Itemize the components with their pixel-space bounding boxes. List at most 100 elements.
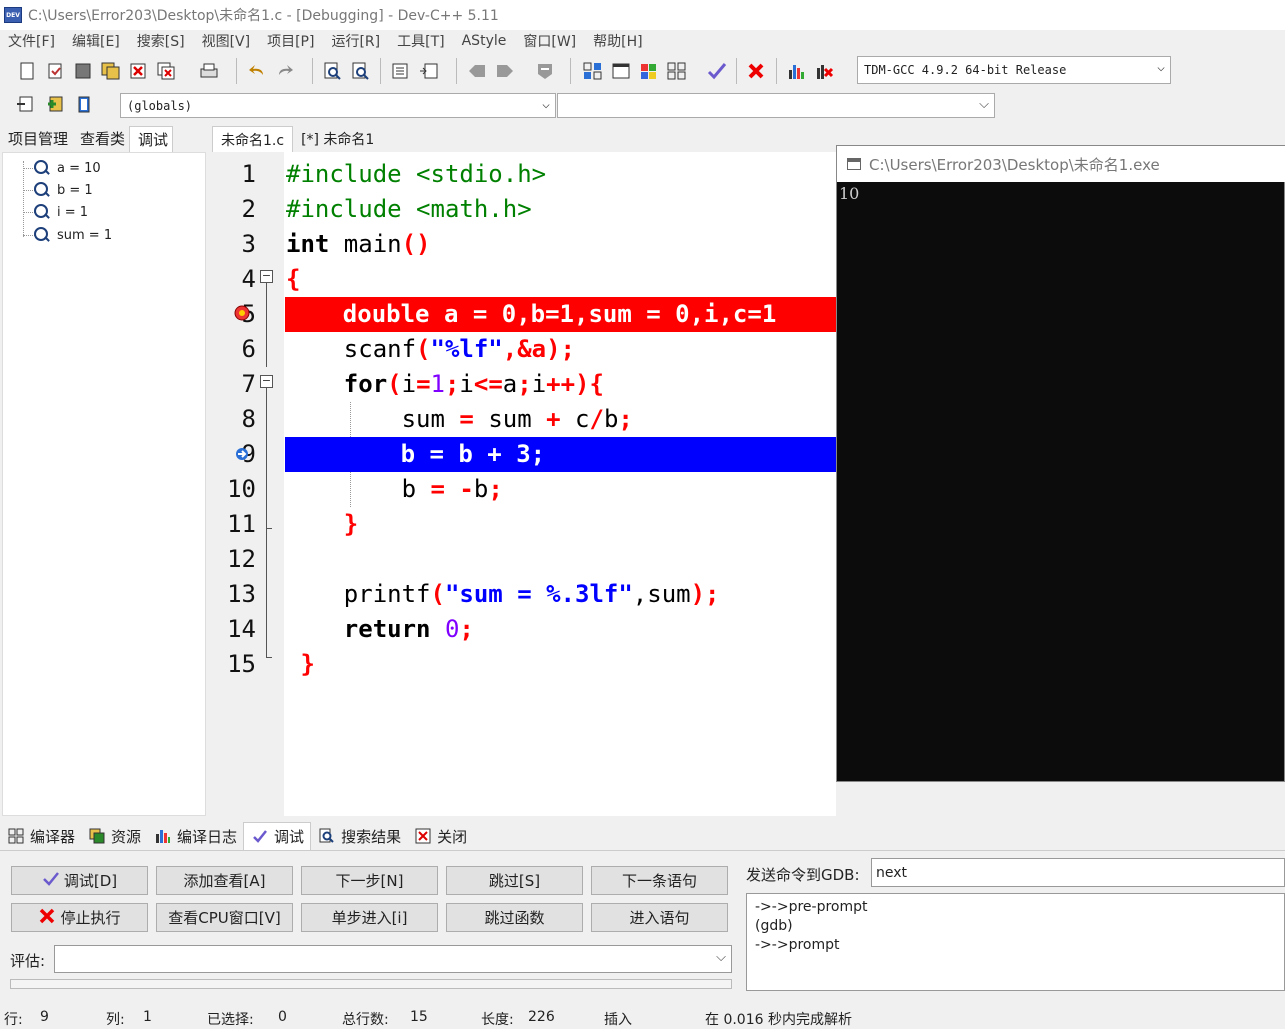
next-step-button[interactable]: 下一步[N] (301, 866, 438, 895)
code-line-2: #include <math.h> (286, 192, 532, 227)
tab-compiler[interactable]: 编译器 (0, 822, 81, 850)
compiler-value: TDM-GCC 4.9.2 64-bit Release (864, 63, 1067, 77)
skip-function-button[interactable]: 跳过函数 (446, 903, 583, 932)
tab-compile-log[interactable]: 编译日志 (147, 822, 243, 850)
indent-icon[interactable] (390, 60, 412, 82)
tab-resources[interactable]: 资源 (81, 822, 147, 850)
console-title-bar[interactable]: C:\Users\Error203\Desktop\未命名1.exe (837, 146, 1285, 182)
code-editor[interactable]: 1 2 3 4 5 6 7 8 9 10 11 12 13 14 15 − − … (216, 152, 837, 816)
watch-item[interactable]: i = 1 (33, 202, 88, 222)
unindent-icon[interactable] (418, 60, 440, 82)
save-all-icon[interactable] (100, 60, 122, 82)
skip-button[interactable]: 跳过[S] (446, 866, 583, 895)
code-line-14: return 0; (286, 612, 474, 647)
new-file-icon[interactable] (16, 60, 38, 82)
tab-search-results[interactable]: 搜索结果 (311, 822, 407, 850)
step-into-button[interactable]: 单步进入[i] (301, 903, 438, 932)
debug-button-label: 调试[D] (63, 872, 118, 890)
function-select[interactable]: ⌵ (557, 93, 995, 118)
open-file-icon[interactable] (44, 60, 66, 82)
menu-help[interactable]: 帮助[H] (585, 31, 651, 51)
into-statement-button[interactable]: 进入语句 (591, 903, 728, 932)
run-icon[interactable] (610, 60, 632, 82)
watch-icon (33, 226, 51, 244)
gdb-command-input[interactable]: next (871, 858, 1285, 887)
replace-icon[interactable] (350, 60, 372, 82)
tab-file-unsaved[interactable]: [*] 未命名1 (293, 126, 382, 152)
check-icon (252, 829, 268, 845)
compile-icon[interactable] (582, 60, 604, 82)
horizontal-scrollbar[interactable] (10, 979, 732, 989)
compile-run-icon[interactable] (638, 60, 660, 82)
line-number: 7 (241, 370, 256, 398)
tab-label: 编译日志 (177, 827, 238, 846)
chevron-down-icon: ⌵ (979, 97, 989, 112)
fold-toggle-icon[interactable]: − (260, 270, 273, 283)
stop-execution-icon[interactable] (746, 60, 768, 82)
add-watch-button[interactable]: 添加查看[A] (156, 866, 293, 895)
code-token: ; (517, 370, 532, 398)
goto-line-icon[interactable] (534, 60, 556, 82)
rebuild-icon[interactable] (666, 60, 688, 82)
goto-icon[interactable] (74, 94, 96, 116)
code-line-1: #include <stdio.h> (286, 157, 546, 192)
undo-icon[interactable] (246, 60, 268, 82)
find-icon[interactable] (322, 60, 344, 82)
cpu-window-button[interactable]: 查看CPU窗口[V] (156, 903, 293, 932)
profile-icon[interactable] (786, 60, 808, 82)
console-icon (847, 158, 861, 170)
watch-item[interactable]: a = 10 (33, 158, 101, 178)
debug-button[interactable]: 调试[D] (11, 866, 148, 895)
fold-toggle-icon[interactable]: − (260, 375, 273, 388)
menu-tools[interactable]: 工具[T] (389, 31, 453, 51)
stop-execution-button[interactable]: 停止执行 (11, 903, 148, 932)
grid-icon (8, 828, 24, 844)
insert-icon[interactable] (14, 94, 36, 116)
close-all-icon[interactable] (156, 60, 178, 82)
tab-file-c[interactable]: 未命名1.c (212, 126, 294, 152)
tab-debug[interactable]: 调试 (129, 126, 174, 152)
scope-select[interactable]: (globals) ⌵ (120, 93, 556, 118)
chevron-down-icon[interactable]: ⌵ (716, 950, 726, 965)
code-token: a = 0,b=1,sum = 0,i,c=1 (429, 300, 777, 328)
watch-label: a = 10 (57, 160, 101, 176)
gdb-output-line: (gdb) (755, 918, 793, 934)
code-token: ,&a); (502, 335, 575, 363)
breakpoint-icon[interactable] (233, 304, 251, 322)
bookmark-next-icon[interactable] (494, 60, 516, 82)
tab-close[interactable]: 关闭 (407, 822, 473, 850)
next-statement-button[interactable]: 下一条语句 (591, 866, 728, 895)
menu-file[interactable]: 文件[F] (0, 31, 64, 51)
code-token: = (416, 475, 460, 503)
close-file-icon[interactable] (128, 60, 150, 82)
delete-profile-icon[interactable] (814, 60, 836, 82)
print-icon[interactable] (198, 60, 220, 82)
toggle-icon[interactable] (44, 94, 66, 116)
menu-view[interactable]: 视图[V] (194, 31, 260, 51)
code-token: "sum = %.3lf" (444, 580, 633, 608)
tab-class-view[interactable]: 查看类 (72, 126, 129, 152)
watch-item[interactable]: sum = 1 (33, 225, 112, 245)
menu-window[interactable]: 窗口[W] (515, 31, 585, 51)
status-selected-label: 已选择: (207, 1012, 254, 1028)
evaluate-input[interactable]: ⌵ (54, 945, 732, 973)
menu-project[interactable]: 项目[P] (259, 31, 323, 51)
compiler-select[interactable]: TDM-GCC 4.9.2 64-bit Release ⌵ (857, 56, 1171, 84)
save-icon[interactable] (72, 60, 94, 82)
menu-edit[interactable]: 编辑[E] (64, 31, 129, 51)
menu-run[interactable]: 运行[R] (323, 31, 389, 51)
code-line-3: int main() (286, 227, 431, 262)
redo-icon[interactable] (274, 60, 296, 82)
tab-project-manager[interactable]: 项目管理 (0, 126, 72, 152)
console-window[interactable]: C:\Users\Error203\Desktop\未命名1.exe 10 (836, 145, 1285, 782)
line-number: 1 (241, 160, 256, 188)
line-number: 11 (227, 510, 256, 538)
tab-debug-bottom[interactable]: 调试 (243, 822, 312, 850)
menu-search[interactable]: 搜索[S] (129, 31, 194, 51)
watch-item[interactable]: b = 1 (33, 180, 93, 200)
menu-astyle[interactable]: AStyle (454, 33, 516, 49)
line-number: 15 (227, 650, 256, 678)
debug-check-icon[interactable] (706, 60, 728, 82)
bookmark-prev-icon[interactable] (466, 60, 488, 82)
code-token: a (502, 370, 518, 398)
